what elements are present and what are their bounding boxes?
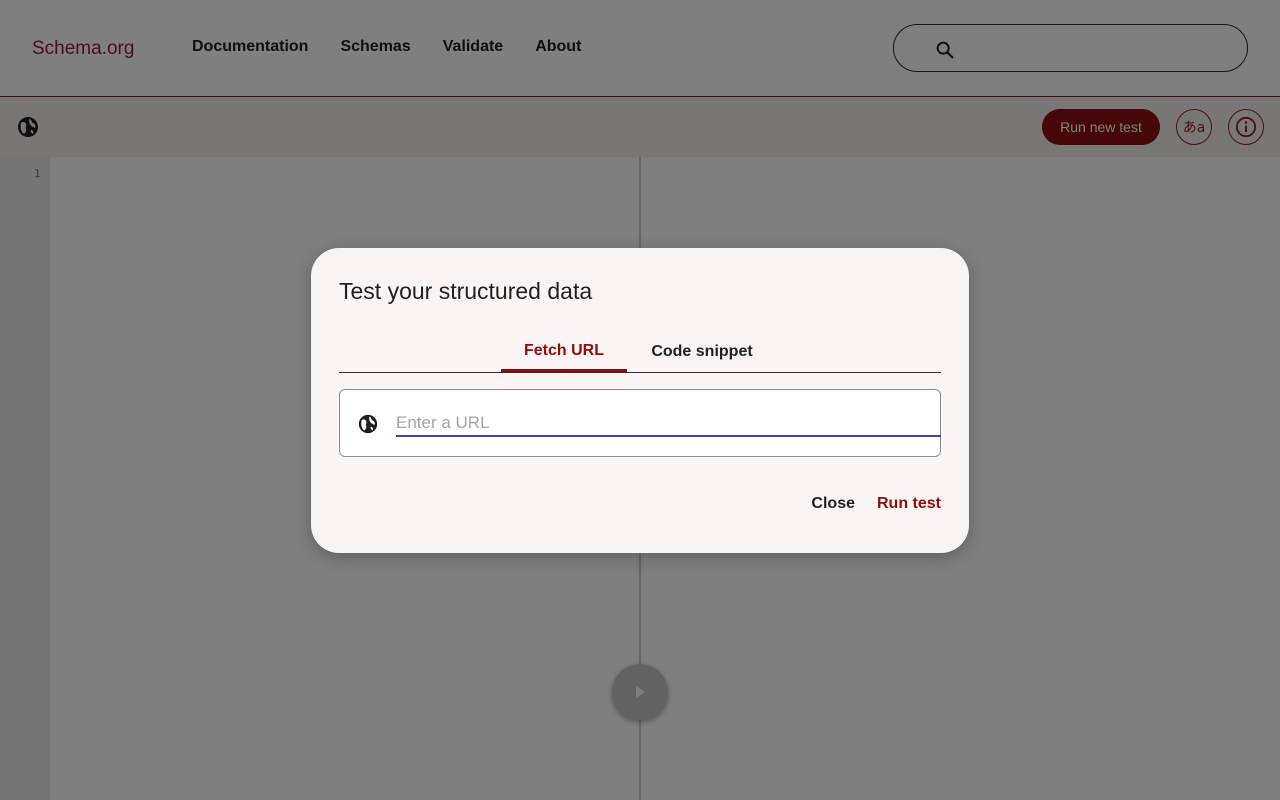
run-test-button[interactable]: Run test [877,495,941,513]
test-dialog: Test your structured data Fetch URL Code… [311,248,969,553]
dialog-tabs: Fetch URL Code snippet [339,332,941,373]
globe-icon [358,414,378,434]
tab-code-snippet[interactable]: Code snippet [627,332,777,372]
dialog-title: Test your structured data [339,278,593,304]
close-button[interactable]: Close [811,495,855,513]
url-input[interactable] [396,410,941,437]
dialog-actions: Close Run test [811,495,941,513]
url-field [339,389,941,457]
tab-fetch-url[interactable]: Fetch URL [501,332,627,372]
